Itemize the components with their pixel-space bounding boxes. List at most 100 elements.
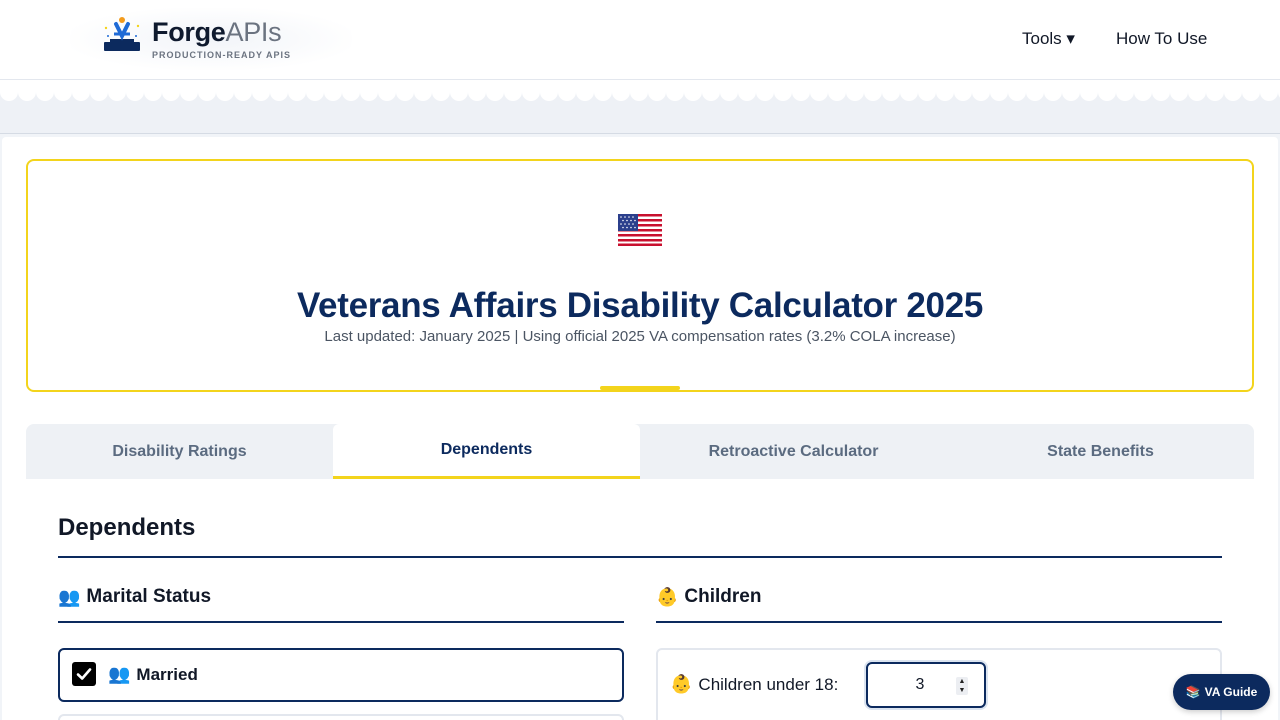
section-divider xyxy=(58,556,1222,558)
scallop xyxy=(666,83,684,101)
scallop xyxy=(792,83,810,101)
scallop xyxy=(1188,83,1206,101)
children-divider xyxy=(656,621,1222,623)
children-under-18-input[interactable]: 3 ▲ ▼ xyxy=(866,662,986,708)
scallop-decoration xyxy=(0,80,1280,101)
scallop xyxy=(558,83,576,101)
scallop xyxy=(1152,83,1170,101)
scallop xyxy=(774,83,792,101)
children-heading: 👶 Children xyxy=(656,586,761,608)
children-title: Children xyxy=(684,586,762,607)
scallop xyxy=(54,83,72,101)
scallop xyxy=(396,83,414,101)
brand-tagline: PRODUCTION-READY APIS xyxy=(152,50,292,60)
scallop xyxy=(1206,83,1224,101)
scallop xyxy=(1134,83,1152,101)
marital-status-heading: 👥 Marital Status xyxy=(58,586,211,608)
next-option-box[interactable] xyxy=(58,714,624,720)
tab-state-benefits[interactable]: State Benefits xyxy=(947,424,1254,479)
section-title: Dependents xyxy=(58,514,196,541)
scallop xyxy=(954,83,972,101)
married-label-text: Married xyxy=(136,664,198,684)
brand-name-light: APIs xyxy=(225,17,282,47)
nav-tools-dropdown[interactable]: Tools ▾ xyxy=(1022,29,1075,49)
scallop xyxy=(1116,83,1134,101)
baby-icon: 👶 xyxy=(656,586,679,607)
scallop xyxy=(828,83,846,101)
scallop xyxy=(738,83,756,101)
scallop xyxy=(72,83,90,101)
scallop xyxy=(180,83,198,101)
tab-retroactive-calculator[interactable]: Retroactive Calculator xyxy=(640,424,947,479)
scallop xyxy=(288,83,306,101)
scallop xyxy=(0,83,18,101)
scallop xyxy=(1170,83,1188,101)
scallop xyxy=(450,83,468,101)
tab-dependents[interactable]: Dependents xyxy=(333,424,640,479)
married-checkbox[interactable] xyxy=(72,662,96,686)
scallop xyxy=(108,83,126,101)
scallop xyxy=(990,83,1008,101)
top-navbar: ForgeAPIs PRODUCTION-READY APIS Tools ▾ … xyxy=(0,0,1280,80)
number-spinner-icon[interactable]: ▲ ▼ xyxy=(956,677,968,695)
scallop xyxy=(594,83,612,101)
scallop xyxy=(1260,83,1278,101)
scallop xyxy=(306,83,324,101)
books-icon: 📚 xyxy=(1185,685,1201,699)
scallop xyxy=(162,83,180,101)
tab-disability-ratings[interactable]: Disability Ratings xyxy=(26,424,333,479)
scallop xyxy=(720,83,738,101)
checkmark-icon xyxy=(76,668,92,680)
scallop xyxy=(1242,83,1260,101)
nav-how-to-use-link[interactable]: How To Use xyxy=(1116,29,1207,49)
scallop xyxy=(936,83,954,101)
people-icon: 👥 xyxy=(58,586,81,607)
scallop xyxy=(756,83,774,101)
scallop xyxy=(648,83,666,101)
scallop xyxy=(1044,83,1062,101)
scallop xyxy=(1062,83,1080,101)
page-title: Veterans Affairs Disability Calculator 2… xyxy=(296,286,984,325)
forge-logo-icon[interactable] xyxy=(102,14,142,54)
married-label: 👥 Married xyxy=(108,664,198,685)
marital-status-title: Marital Status xyxy=(86,586,212,607)
scallop xyxy=(630,83,648,101)
hero-panel xyxy=(26,159,1254,392)
scallop xyxy=(522,83,540,101)
us-flag-icon xyxy=(618,214,662,246)
decorative-band xyxy=(0,80,1280,134)
scallop xyxy=(468,83,486,101)
brand-name[interactable]: ForgeAPIs xyxy=(152,16,282,48)
scallop xyxy=(1224,83,1242,101)
scallop xyxy=(612,83,630,101)
scallop xyxy=(504,83,522,101)
scallop xyxy=(918,83,936,101)
scallop xyxy=(270,83,288,101)
marital-divider xyxy=(58,621,624,623)
scallop xyxy=(414,83,432,101)
scallop xyxy=(576,83,594,101)
va-guide-button[interactable]: 📚 VA Guide xyxy=(1173,674,1270,710)
scallop xyxy=(234,83,252,101)
scallop xyxy=(702,83,720,101)
scallop xyxy=(810,83,828,101)
baby-icon: 👶 xyxy=(670,674,693,694)
scallop xyxy=(360,83,378,101)
scallop xyxy=(144,83,162,101)
scallop xyxy=(1026,83,1044,101)
scallop xyxy=(324,83,342,101)
scallop xyxy=(18,83,36,101)
children-under-18-label: 👶 Children under 18: xyxy=(670,674,838,695)
scallop xyxy=(216,83,234,101)
scallop xyxy=(126,83,144,101)
scallop xyxy=(540,83,558,101)
people-icon: 👥 xyxy=(108,664,131,684)
scallop xyxy=(486,83,504,101)
children-under-18-text: Children under 18: xyxy=(698,674,839,694)
scallop xyxy=(882,83,900,101)
scallop xyxy=(342,83,360,101)
va-guide-label: VA Guide xyxy=(1204,685,1258,699)
tab-bar: Disability Ratings Dependents Retroactiv… xyxy=(26,424,1254,479)
brand-name-bold: Forge xyxy=(152,17,226,47)
scallop xyxy=(1098,83,1116,101)
